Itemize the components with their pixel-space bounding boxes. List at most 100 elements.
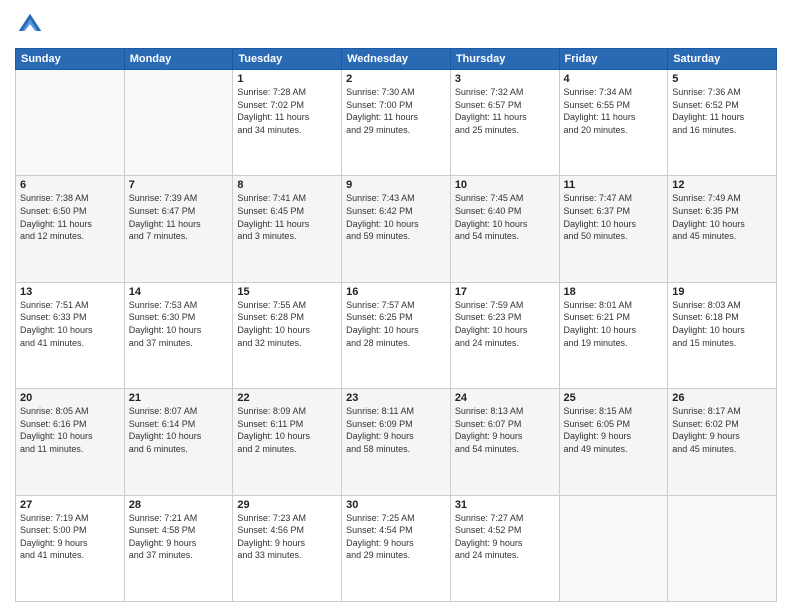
- day-info: Sunrise: 8:17 AM Sunset: 6:02 PM Dayligh…: [672, 405, 772, 455]
- calendar-week-row: 27Sunrise: 7:19 AM Sunset: 5:00 PM Dayli…: [16, 495, 777, 601]
- day-info: Sunrise: 7:32 AM Sunset: 6:57 PM Dayligh…: [455, 86, 555, 136]
- calendar-cell: 31Sunrise: 7:27 AM Sunset: 4:52 PM Dayli…: [450, 495, 559, 601]
- day-number: 22: [237, 392, 337, 404]
- day-info: Sunrise: 7:39 AM Sunset: 6:47 PM Dayligh…: [129, 192, 229, 242]
- calendar-cell: 3Sunrise: 7:32 AM Sunset: 6:57 PM Daylig…: [450, 70, 559, 176]
- day-number: 8: [237, 179, 337, 191]
- calendar-week-row: 6Sunrise: 7:38 AM Sunset: 6:50 PM Daylig…: [16, 176, 777, 282]
- calendar-cell: 4Sunrise: 7:34 AM Sunset: 6:55 PM Daylig…: [559, 70, 668, 176]
- calendar-cell: 22Sunrise: 8:09 AM Sunset: 6:11 PM Dayli…: [233, 389, 342, 495]
- day-info: Sunrise: 7:53 AM Sunset: 6:30 PM Dayligh…: [129, 299, 229, 349]
- day-info: Sunrise: 7:23 AM Sunset: 4:56 PM Dayligh…: [237, 512, 337, 562]
- day-info: Sunrise: 7:57 AM Sunset: 6:25 PM Dayligh…: [346, 299, 446, 349]
- day-info: Sunrise: 8:13 AM Sunset: 6:07 PM Dayligh…: [455, 405, 555, 455]
- day-number: 23: [346, 392, 446, 404]
- calendar-cell: [124, 70, 233, 176]
- calendar-cell: [559, 495, 668, 601]
- day-info: Sunrise: 7:49 AM Sunset: 6:35 PM Dayligh…: [672, 192, 772, 242]
- calendar-cell: [668, 495, 777, 601]
- calendar-week-row: 20Sunrise: 8:05 AM Sunset: 6:16 PM Dayli…: [16, 389, 777, 495]
- day-number: 31: [455, 499, 555, 511]
- calendar-cell: 12Sunrise: 7:49 AM Sunset: 6:35 PM Dayli…: [668, 176, 777, 282]
- day-info: Sunrise: 8:03 AM Sunset: 6:18 PM Dayligh…: [672, 299, 772, 349]
- calendar-cell: 26Sunrise: 8:17 AM Sunset: 6:02 PM Dayli…: [668, 389, 777, 495]
- calendar-cell: 6Sunrise: 7:38 AM Sunset: 6:50 PM Daylig…: [16, 176, 125, 282]
- day-number: 13: [20, 286, 120, 298]
- calendar-cell: 13Sunrise: 7:51 AM Sunset: 6:33 PM Dayli…: [16, 282, 125, 388]
- calendar-cell: 2Sunrise: 7:30 AM Sunset: 7:00 PM Daylig…: [342, 70, 451, 176]
- calendar-cell: 5Sunrise: 7:36 AM Sunset: 6:52 PM Daylig…: [668, 70, 777, 176]
- day-number: 21: [129, 392, 229, 404]
- calendar-cell: 20Sunrise: 8:05 AM Sunset: 6:16 PM Dayli…: [16, 389, 125, 495]
- day-number: 1: [237, 73, 337, 85]
- calendar-cell: 23Sunrise: 8:11 AM Sunset: 6:09 PM Dayli…: [342, 389, 451, 495]
- day-info: Sunrise: 7:43 AM Sunset: 6:42 PM Dayligh…: [346, 192, 446, 242]
- day-info: Sunrise: 7:27 AM Sunset: 4:52 PM Dayligh…: [455, 512, 555, 562]
- day-info: Sunrise: 8:01 AM Sunset: 6:21 PM Dayligh…: [564, 299, 664, 349]
- calendar-cell: 14Sunrise: 7:53 AM Sunset: 6:30 PM Dayli…: [124, 282, 233, 388]
- calendar-header-cell: Friday: [559, 49, 668, 70]
- day-info: Sunrise: 7:47 AM Sunset: 6:37 PM Dayligh…: [564, 192, 664, 242]
- day-number: 16: [346, 286, 446, 298]
- day-number: 27: [20, 499, 120, 511]
- calendar-header-cell: Saturday: [668, 49, 777, 70]
- day-info: Sunrise: 7:55 AM Sunset: 6:28 PM Dayligh…: [237, 299, 337, 349]
- calendar-cell: 18Sunrise: 8:01 AM Sunset: 6:21 PM Dayli…: [559, 282, 668, 388]
- day-number: 18: [564, 286, 664, 298]
- day-number: 2: [346, 73, 446, 85]
- day-info: Sunrise: 7:21 AM Sunset: 4:58 PM Dayligh…: [129, 512, 229, 562]
- calendar-header-cell: Tuesday: [233, 49, 342, 70]
- day-number: 17: [455, 286, 555, 298]
- day-number: 15: [237, 286, 337, 298]
- calendar-cell: 21Sunrise: 8:07 AM Sunset: 6:14 PM Dayli…: [124, 389, 233, 495]
- day-number: 11: [564, 179, 664, 191]
- day-info: Sunrise: 7:34 AM Sunset: 6:55 PM Dayligh…: [564, 86, 664, 136]
- calendar-cell: 28Sunrise: 7:21 AM Sunset: 4:58 PM Dayli…: [124, 495, 233, 601]
- calendar-header-cell: Monday: [124, 49, 233, 70]
- day-info: Sunrise: 7:28 AM Sunset: 7:02 PM Dayligh…: [237, 86, 337, 136]
- calendar-week-row: 13Sunrise: 7:51 AM Sunset: 6:33 PM Dayli…: [16, 282, 777, 388]
- calendar-cell: 7Sunrise: 7:39 AM Sunset: 6:47 PM Daylig…: [124, 176, 233, 282]
- day-number: 3: [455, 73, 555, 85]
- calendar-header-cell: Wednesday: [342, 49, 451, 70]
- calendar-cell: 30Sunrise: 7:25 AM Sunset: 4:54 PM Dayli…: [342, 495, 451, 601]
- calendar-cell: 17Sunrise: 7:59 AM Sunset: 6:23 PM Dayli…: [450, 282, 559, 388]
- day-info: Sunrise: 8:09 AM Sunset: 6:11 PM Dayligh…: [237, 405, 337, 455]
- logo-icon: [15, 10, 45, 40]
- day-info: Sunrise: 8:05 AM Sunset: 6:16 PM Dayligh…: [20, 405, 120, 455]
- day-number: 10: [455, 179, 555, 191]
- page-header: [15, 10, 777, 40]
- day-number: 7: [129, 179, 229, 191]
- logo: [15, 10, 49, 40]
- calendar-table: SundayMondayTuesdayWednesdayThursdayFrid…: [15, 48, 777, 602]
- calendar-header-cell: Thursday: [450, 49, 559, 70]
- calendar-cell: 24Sunrise: 8:13 AM Sunset: 6:07 PM Dayli…: [450, 389, 559, 495]
- calendar-cell: 15Sunrise: 7:55 AM Sunset: 6:28 PM Dayli…: [233, 282, 342, 388]
- calendar-cell: 8Sunrise: 7:41 AM Sunset: 6:45 PM Daylig…: [233, 176, 342, 282]
- day-info: Sunrise: 7:41 AM Sunset: 6:45 PM Dayligh…: [237, 192, 337, 242]
- day-number: 4: [564, 73, 664, 85]
- day-number: 19: [672, 286, 772, 298]
- day-info: Sunrise: 7:36 AM Sunset: 6:52 PM Dayligh…: [672, 86, 772, 136]
- day-number: 12: [672, 179, 772, 191]
- calendar-cell: 16Sunrise: 7:57 AM Sunset: 6:25 PM Dayli…: [342, 282, 451, 388]
- day-info: Sunrise: 7:59 AM Sunset: 6:23 PM Dayligh…: [455, 299, 555, 349]
- day-info: Sunrise: 8:07 AM Sunset: 6:14 PM Dayligh…: [129, 405, 229, 455]
- day-number: 28: [129, 499, 229, 511]
- day-info: Sunrise: 7:51 AM Sunset: 6:33 PM Dayligh…: [20, 299, 120, 349]
- day-number: 5: [672, 73, 772, 85]
- day-number: 6: [20, 179, 120, 191]
- day-number: 24: [455, 392, 555, 404]
- calendar-cell: 11Sunrise: 7:47 AM Sunset: 6:37 PM Dayli…: [559, 176, 668, 282]
- day-number: 30: [346, 499, 446, 511]
- day-info: Sunrise: 8:15 AM Sunset: 6:05 PM Dayligh…: [564, 405, 664, 455]
- day-info: Sunrise: 8:11 AM Sunset: 6:09 PM Dayligh…: [346, 405, 446, 455]
- calendar-cell: 1Sunrise: 7:28 AM Sunset: 7:02 PM Daylig…: [233, 70, 342, 176]
- day-number: 20: [20, 392, 120, 404]
- calendar-header-cell: Sunday: [16, 49, 125, 70]
- day-info: Sunrise: 7:30 AM Sunset: 7:00 PM Dayligh…: [346, 86, 446, 136]
- calendar-cell: [16, 70, 125, 176]
- calendar-week-row: 1Sunrise: 7:28 AM Sunset: 7:02 PM Daylig…: [16, 70, 777, 176]
- calendar-cell: 25Sunrise: 8:15 AM Sunset: 6:05 PM Dayli…: [559, 389, 668, 495]
- calendar-cell: 10Sunrise: 7:45 AM Sunset: 6:40 PM Dayli…: [450, 176, 559, 282]
